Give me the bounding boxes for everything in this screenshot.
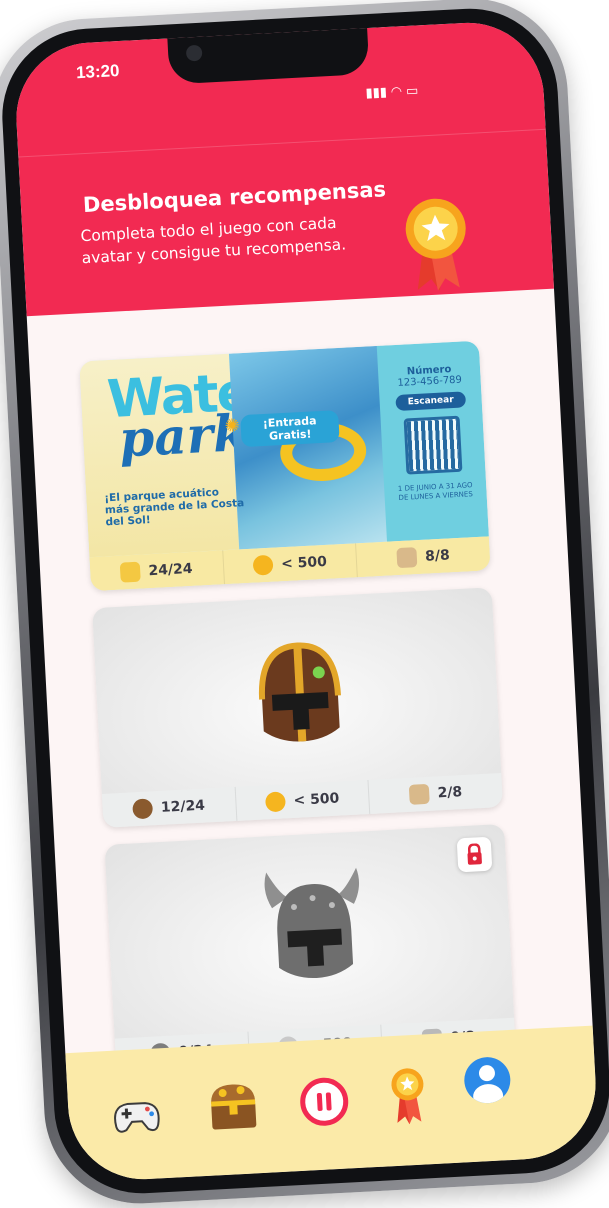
medal-nav-icon[interactable] — [384, 1062, 431, 1128]
page-subtitle: Completa todo el juego con cada avatar y… — [80, 213, 347, 268]
coin-icon — [252, 554, 274, 576]
medal-icon — [405, 198, 466, 291]
stat-scrolls: 8/8 — [356, 536, 490, 577]
viking-helmet-icon — [264, 867, 359, 979]
stat-scrolls: 2/8 — [369, 773, 503, 814]
notch — [167, 26, 370, 85]
reward-stats: 12/24 < 500 2/8 — [101, 773, 504, 828]
wifi-icon: ◠ — [391, 84, 402, 100]
stat-coins-value: < 500 — [293, 790, 340, 809]
status-icons: ▮▮▮ ◠ ▭ — [365, 83, 419, 101]
status-time: 13:20 — [75, 61, 120, 83]
stat-avatars: 12/24 — [101, 786, 238, 828]
profile-button[interactable] — [461, 1054, 514, 1107]
banner-slogan: ¡El parque acuático más grande de la Cos… — [104, 486, 245, 529]
stat-scrolls-value: 8/8 — [424, 547, 451, 565]
qr-code-icon — [403, 415, 463, 475]
stat-scrolls-value: 2/8 — [437, 784, 463, 802]
battery-icon: ▭ — [405, 83, 419, 100]
crown-avatar-icon — [120, 561, 142, 583]
user-icon — [463, 1055, 512, 1105]
phone-frame: 13:20 ▮▮▮ ◠ ▭ Desbloquea recompensas Com… — [0, 0, 609, 1208]
helmet-avatar-icon — [132, 798, 154, 820]
stat-coins: < 500 — [222, 543, 359, 585]
banner-promo: ¡Entrada Gratis! — [240, 410, 340, 448]
header: 13:20 ▮▮▮ ◠ ▭ Desbloquea recompensas Com… — [12, 18, 554, 317]
stat-avatars: 24/24 — [89, 550, 225, 592]
reward-card-waterpark[interactable]: Water park ✺ ¡Entrada Gratis! ¡El parque… — [79, 340, 491, 592]
bottom-nav — [65, 1025, 600, 1184]
signal-icon: ▮▮▮ — [365, 85, 388, 102]
banner-info-panel: Número 123-456-789 Escanear 1 DE JUNIO A… — [376, 340, 489, 542]
scan-button[interactable]: Escanear — [395, 391, 467, 412]
stat-coins-value: < 500 — [280, 553, 328, 573]
scroll-icon — [409, 783, 431, 805]
screen: 13:20 ▮▮▮ ◠ ▭ Desbloquea recompensas Com… — [12, 18, 600, 1184]
camera-icon — [185, 44, 203, 62]
lock-icon — [456, 836, 493, 873]
scroll-icon — [396, 547, 418, 569]
coin-icon — [265, 791, 287, 813]
stat-avatars-value: 12/24 — [160, 797, 206, 816]
treasure-chest-icon[interactable] — [202, 1075, 265, 1138]
stat-coins: < 500 — [235, 779, 371, 821]
gold-helmet-icon — [258, 642, 341, 742]
pause-button[interactable] — [295, 1072, 354, 1131]
sparkle-icon: ✺ — [224, 415, 241, 437]
reward-card-gold-helmet[interactable]: 12/24 < 500 2/8 — [92, 587, 504, 828]
phone-bezel: 13:20 ▮▮▮ ◠ ▭ Desbloquea recompensas Com… — [0, 4, 609, 1198]
gamepad-icon[interactable] — [107, 1086, 166, 1145]
pause-icon — [299, 1076, 350, 1127]
stat-avatars-value: 24/24 — [148, 560, 193, 580]
header-divider — [18, 128, 546, 158]
